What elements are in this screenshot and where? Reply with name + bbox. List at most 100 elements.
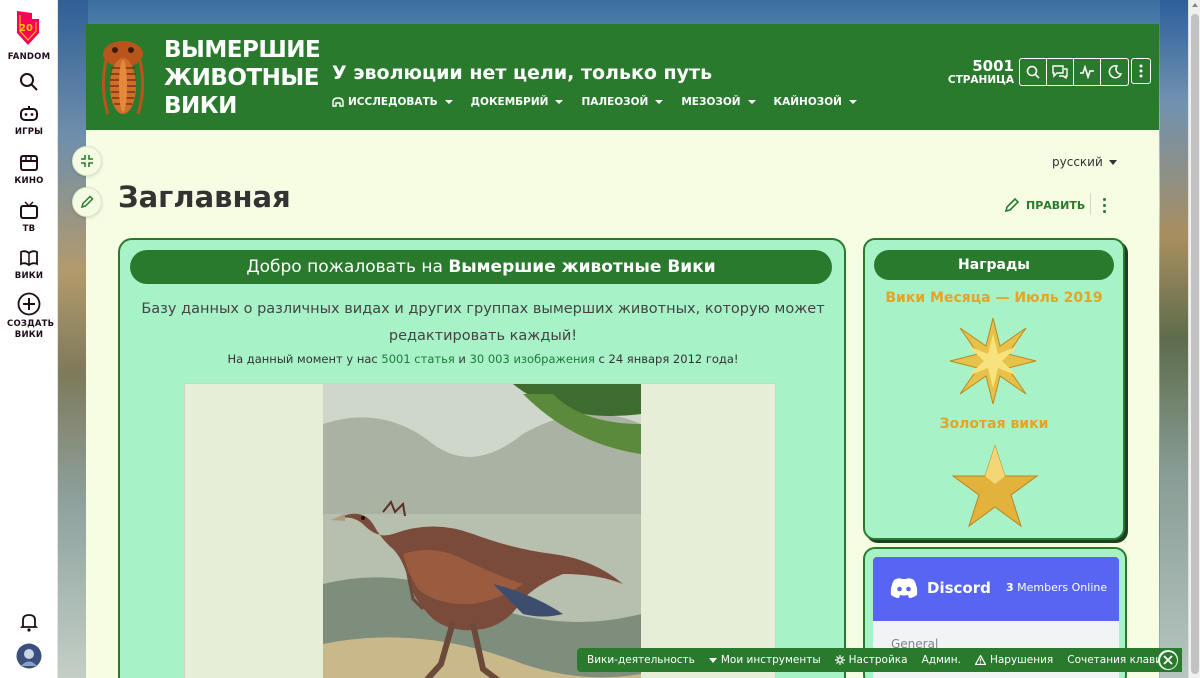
search-button[interactable] — [0, 72, 58, 95]
online-count: 3 — [1006, 581, 1014, 594]
book-icon — [20, 250, 38, 267]
wiki-name-line: ВИКИ — [164, 93, 237, 119]
close-icon — [1163, 655, 1173, 665]
wiki-nav: ИССЛЕДОВАТЬ ДОКЕМБРИЙ ПАЛЕОЗОЙ МЕЗОЗОЙ К… — [332, 96, 875, 108]
featured-dinosaur-image[interactable] — [323, 384, 641, 678]
scroll-up-arrow-icon[interactable] — [1192, 3, 1198, 7]
nav-mesozoic[interactable]: МЕЗОЗОЙ — [681, 96, 756, 108]
activity-icon — [1080, 65, 1094, 79]
kebab-dot — [1103, 204, 1106, 207]
gold-star-icon — [951, 444, 1039, 528]
divider — [1090, 193, 1091, 215]
welcome-stats: На данный момент у нас 5001 статья и 30 … — [140, 352, 826, 366]
tv-icon — [20, 201, 38, 219]
avatar-icon — [16, 643, 42, 669]
more-vertical-icon — [1103, 198, 1106, 201]
toolbar-wiki-activity[interactable]: Вики-деятельность — [587, 654, 695, 666]
page-scrollbar[interactable] — [1188, 0, 1200, 678]
fandom-global-nav: 20 FANDOM ИГРЫ КИНО ТВ ВИКИ СОЗДАТЬ ВИКИ — [0, 0, 58, 678]
discord-online: 3 Members Online — [1006, 581, 1107, 594]
welcome-description: Базу данных о различных видах и других г… — [141, 301, 825, 344]
recent-changes-button[interactable] — [1074, 59, 1101, 85]
nav-label: МЕЗОЗОЙ — [681, 96, 741, 108]
welcome-wiki-name: Вымершие животные Вики — [448, 257, 716, 277]
bell-icon — [20, 614, 38, 632]
nav-precambrian[interactable]: ДОКЕМБРИЙ — [471, 96, 564, 108]
toolbar-label: Админ. — [921, 654, 961, 666]
award-gold-wiki: Золотая вики — [939, 416, 1049, 432]
featured-image-frame — [184, 383, 776, 678]
rail-item-movies[interactable]: КИНО — [0, 153, 58, 186]
gamepad-icon — [20, 106, 38, 121]
more-vertical-icon — [1139, 64, 1143, 78]
nav-explore[interactable]: ИССЛЕДОВАТЬ — [332, 96, 453, 108]
page-actions-button[interactable] — [1103, 198, 1106, 213]
header-search-button[interactable] — [1020, 59, 1047, 85]
trilobite-logo-icon[interactable] — [98, 34, 148, 122]
gold-burst-star-icon — [949, 317, 1037, 405]
rail-item-label: ТВ — [22, 224, 36, 234]
toolbar-admin[interactable]: Админ. — [922, 654, 961, 666]
theme-toggle-button[interactable] — [1101, 59, 1128, 85]
award-wiki-of-month: Вики Месяца — Июль 2019 — [885, 290, 1103, 306]
discussions-button[interactable] — [1047, 59, 1074, 85]
fandom-logo[interactable]: 20 — [13, 9, 43, 47]
toolbar-close-button[interactable] — [1158, 650, 1178, 670]
collapse-button[interactable] — [72, 146, 102, 176]
language-selector[interactable]: русский — [1052, 155, 1117, 169]
kebab-dot — [1103, 210, 1106, 213]
chevron-down-icon — [655, 100, 664, 104]
nav-label: ДОКЕМБРИЙ — [470, 96, 549, 108]
explore-icon — [332, 97, 344, 107]
header-tools — [1019, 58, 1129, 86]
chevron-down-icon — [708, 657, 717, 663]
nav-label: КАЙНОЗОЙ — [773, 96, 842, 108]
rail-item-tv[interactable]: ТВ — [0, 201, 58, 234]
collapse-icon — [81, 155, 93, 167]
rail-item-label: СОЗДАТЬ ВИКИ — [7, 319, 55, 340]
notifications-button[interactable] — [0, 612, 58, 635]
toolbar-my-tools[interactable]: Мои инструменты — [708, 654, 821, 666]
user-avatar[interactable] — [0, 643, 58, 672]
discussion-icon — [1052, 65, 1068, 79]
chevron-down-icon — [747, 100, 756, 104]
discord-icon — [890, 578, 918, 598]
header-more-button[interactable] — [1131, 58, 1151, 84]
toolbar-customize[interactable]: Настройка — [834, 654, 908, 666]
nav-paleozoic[interactable]: ПАЛЕОЗОЙ — [581, 96, 664, 108]
online-label: Members Online — [1017, 581, 1108, 594]
page-count-label: СТРАНИЦА — [947, 74, 1014, 86]
rail-item-create-wiki[interactable]: СОЗДАТЬ ВИКИ — [0, 292, 58, 341]
film-icon — [20, 155, 38, 171]
articles-link[interactable]: 5001 статья — [381, 352, 454, 366]
toolbar-label: Настройка — [848, 654, 908, 666]
scrollbar-thumb[interactable] — [1191, 14, 1199, 674]
wiki-tagline: У эволюции нет цели, только путь — [332, 62, 713, 84]
nav-label: ПАЛЕОЗОЙ — [581, 96, 649, 108]
welcome-banner: Добро пожаловать на Вымершие животные Ви… — [130, 250, 832, 284]
edit-label: ПРАВИТЬ — [1026, 198, 1086, 212]
welcome-prefix: Добро пожаловать на — [246, 257, 449, 277]
rail-item-label: ИГРЫ — [14, 127, 44, 137]
page-title: Заглавная — [118, 180, 291, 214]
chevron-down-icon — [1108, 159, 1117, 165]
side-edit-button[interactable] — [72, 187, 102, 217]
toolbar-shortcuts[interactable]: Сочетания клавиш — [1067, 654, 1171, 666]
images-link[interactable]: 30 003 изображения — [470, 352, 595, 366]
awards-box: Награды Вики Месяца — Июль 2019 Золотая … — [863, 238, 1125, 540]
rail-item-wikis[interactable]: ВИКИ — [0, 248, 58, 281]
wiki-name[interactable]: ВЫМЕРШИЕ ЖИВОТНЫЕ ВИКИ — [164, 36, 324, 120]
discord-header[interactable]: Discord 3 Members Online — [873, 557, 1119, 621]
toolbar-abuse[interactable]: Нарушения — [974, 654, 1053, 666]
edit-button[interactable]: ПРАВИТЬ — [1004, 197, 1085, 213]
gear-icon — [834, 655, 845, 665]
pencil-icon — [1004, 197, 1020, 213]
plus-circle-icon — [17, 292, 41, 316]
rail-item-games[interactable]: ИГРЫ — [0, 104, 58, 137]
stats-text: с 24 января 2012 года! — [594, 352, 739, 366]
nav-cenozoic[interactable]: КАЙНОЗОЙ — [774, 96, 857, 108]
fandom-badge: 20 — [19, 23, 33, 34]
toolbar-label: Сочетания клавиш — [1067, 654, 1172, 666]
wiki-header: ВЫМЕРШИЕ ЖИВОТНЫЕ ВИКИ У эволюции нет це… — [86, 24, 1159, 130]
stats-text: На данный момент у нас — [227, 352, 382, 366]
